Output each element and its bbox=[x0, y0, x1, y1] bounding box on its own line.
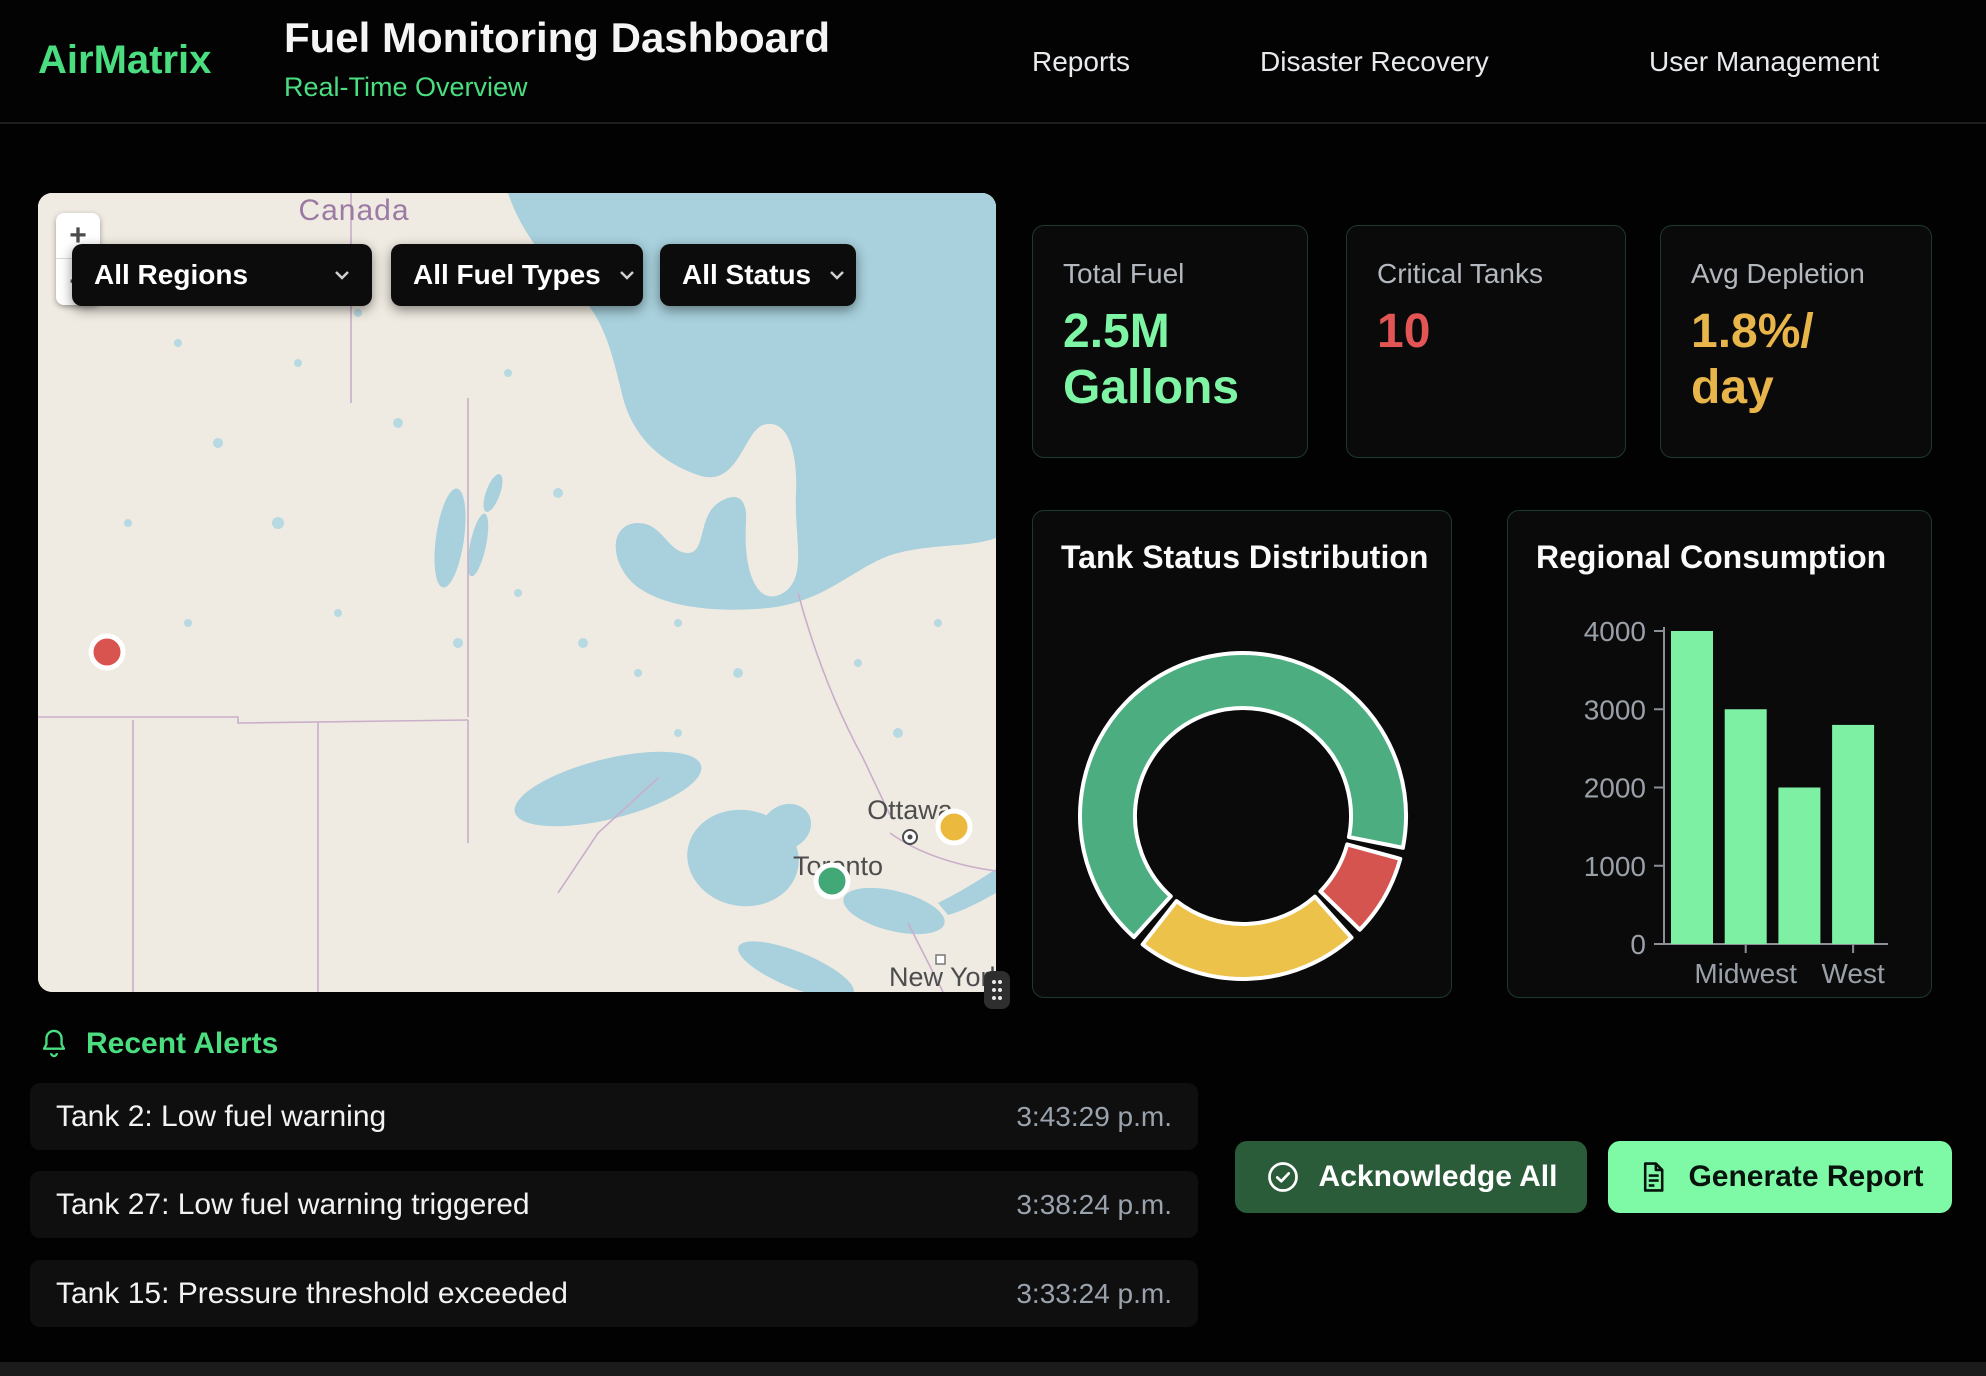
acknowledge-all-button[interactable]: Acknowledge All bbox=[1235, 1141, 1587, 1213]
stat-value: 1.8%/day bbox=[1691, 304, 1901, 416]
page-subtitle: Real-Time Overview bbox=[284, 72, 528, 103]
stat-label: Critical Tanks bbox=[1377, 258, 1595, 290]
chevron-down-icon bbox=[619, 270, 635, 280]
fuel-types-filter-value: All Fuel Types bbox=[413, 259, 601, 291]
regional-consumption-card: 0 1000 2000 3000 4000 Midwest West Regional Co… bbox=[1507, 510, 1932, 998]
document-icon bbox=[1636, 1160, 1670, 1194]
alert-text: Tank 15: Pressure threshold exceeded bbox=[56, 1277, 568, 1311]
tank-status-distribution-card: Tank Status Distribution bbox=[1032, 510, 1452, 998]
stat-card-avg-depletion: Avg Depletion 1.8%/day bbox=[1660, 225, 1932, 458]
ottawa-town-marker-dot bbox=[908, 835, 913, 840]
fuel-types-filter-dropdown[interactable]: All Fuel Types bbox=[391, 244, 643, 306]
stat-label: Total Fuel bbox=[1063, 258, 1277, 290]
alert-text: Tank 2: Low fuel warning bbox=[56, 1100, 386, 1134]
alert-time: 3:38:24 p.m. bbox=[1016, 1189, 1172, 1221]
regions-filter-dropdown[interactable]: All Regions bbox=[72, 244, 372, 306]
app-logo[interactable]: AirMatrix bbox=[38, 38, 211, 83]
alert-row: Tank 2: Low fuel warning 3:43:29 p.m. bbox=[30, 1083, 1198, 1150]
chevron-down-icon bbox=[829, 270, 845, 280]
alert-row: Tank 27: Low fuel warning triggered 3:38… bbox=[30, 1171, 1198, 1238]
map-label-canada: Canada bbox=[298, 194, 409, 227]
nav-reports[interactable]: Reports bbox=[1032, 0, 1130, 124]
svg-text:Midwest: Midwest bbox=[1694, 958, 1797, 989]
bell-icon bbox=[38, 1027, 70, 1061]
alert-row: Tank 15: Pressure threshold exceeded 3:3… bbox=[30, 1260, 1198, 1327]
map-label-new-york: New York bbox=[889, 962, 996, 992]
status-filter-dropdown[interactable]: All Status bbox=[660, 244, 856, 306]
chart-title: Tank Status Distribution bbox=[1061, 539, 1428, 576]
stat-card-critical-tanks: Critical Tanks 10 bbox=[1346, 225, 1626, 458]
nav-disaster-recovery[interactable]: Disaster Recovery bbox=[1260, 0, 1489, 124]
svg-text:2000: 2000 bbox=[1584, 773, 1646, 804]
svg-text:West: West bbox=[1821, 958, 1884, 989]
header: AirMatrix Fuel Monitoring Dashboard Real… bbox=[0, 0, 1986, 124]
recent-alerts-header: Recent Alerts bbox=[38, 1022, 278, 1066]
page-title: Fuel Monitoring Dashboard bbox=[284, 14, 830, 62]
fuel-monitoring-dashboard: AirMatrix Fuel Monitoring Dashboard Real… bbox=[0, 0, 1986, 1376]
recent-alerts-title: Recent Alerts bbox=[86, 1027, 278, 1061]
stat-card-total-fuel: Total Fuel 2.5MGallons bbox=[1032, 225, 1308, 458]
nav-user-management[interactable]: User Management bbox=[1649, 0, 1879, 124]
alert-time: 3:33:24 p.m. bbox=[1016, 1278, 1172, 1310]
tank-marker-normal[interactable] bbox=[816, 865, 848, 897]
tank-status-donut-chart bbox=[1033, 511, 1453, 999]
generate-report-button[interactable]: Generate Report bbox=[1608, 1141, 1952, 1213]
svg-text:0: 0 bbox=[1630, 929, 1646, 960]
check-circle-icon bbox=[1265, 1159, 1301, 1195]
stat-value: 10 bbox=[1377, 304, 1595, 360]
drag-handle-icon[interactable] bbox=[984, 971, 1010, 1009]
alert-time: 3:43:29 p.m. bbox=[1016, 1101, 1172, 1133]
map[interactable]: Canada Ottawa Toronto New York + − All R… bbox=[38, 193, 996, 992]
footer-bar bbox=[0, 1362, 1986, 1376]
tank-marker-warning[interactable] bbox=[938, 811, 970, 843]
svg-text:4000: 4000 bbox=[1584, 616, 1646, 647]
svg-text:3000: 3000 bbox=[1584, 694, 1646, 725]
chevron-down-icon bbox=[334, 270, 350, 280]
regional-consumption-bar-chart: 0 1000 2000 3000 4000 Midwest West bbox=[1508, 511, 1933, 999]
tank-marker-critical[interactable] bbox=[91, 636, 123, 668]
status-filter-value: All Status bbox=[682, 259, 811, 291]
map-canvas: Canada Ottawa Toronto New York bbox=[38, 193, 996, 992]
regions-filter-value: All Regions bbox=[94, 259, 248, 291]
chart-title: Regional Consumption bbox=[1536, 539, 1886, 576]
stat-value: 2.5MGallons bbox=[1063, 304, 1277, 416]
stat-label: Avg Depletion bbox=[1691, 258, 1901, 290]
alert-text: Tank 27: Low fuel warning triggered bbox=[56, 1188, 530, 1222]
svg-text:1000: 1000 bbox=[1584, 851, 1646, 882]
